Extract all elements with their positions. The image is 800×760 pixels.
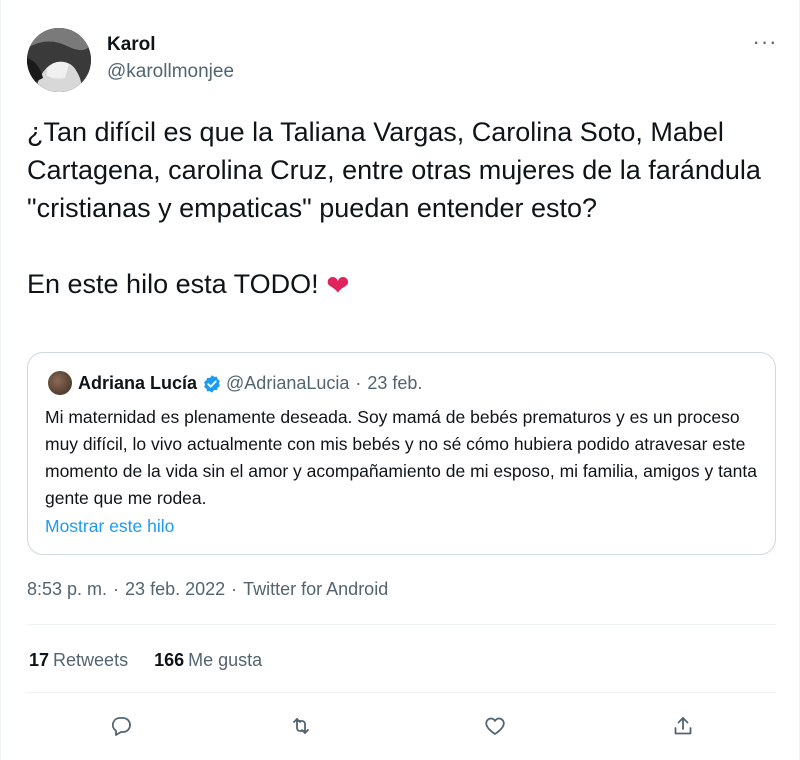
divider (27, 692, 776, 693)
tweet-paragraph: ¿Tan difícil es que la Taliana Vargas, C… (27, 117, 761, 223)
author-handle[interactable]: @karollmonjee (107, 61, 234, 83)
separator-dot: · (113, 579, 120, 599)
share-icon[interactable] (668, 711, 698, 741)
tweet-source[interactable]: Twitter for Android (243, 579, 388, 599)
tweet-time[interactable]: 8:53 p. m. (27, 579, 107, 599)
quoted-author-avatar[interactable] (48, 371, 72, 395)
more-horizontal-icon[interactable]: ··· (753, 29, 777, 54)
tweet-text: ¿Tan difícil es que la Taliana Vargas, C… (27, 113, 767, 305)
quoted-tweet-header: Adriana Lucía @AdrianaLucia · 23 feb. (78, 373, 422, 394)
author-avatar[interactable] (27, 28, 91, 92)
tweet-date[interactable]: 23 feb. 2022 (125, 579, 225, 599)
tweet-paragraph: En este hilo esta TODO! ❤ (27, 265, 767, 305)
retweets-label: Retweets (53, 650, 129, 670)
quoted-tweet-date[interactable]: 23 feb. (367, 373, 422, 394)
separator-dot: · (231, 579, 238, 599)
retweet-icon[interactable] (286, 711, 316, 741)
verified-badge-icon (204, 374, 220, 393)
author-name[interactable]: Karol (107, 34, 156, 56)
tweet-meta: 8:53 p. m. · 23 feb. 2022 · Twitter for Andr… (27, 579, 388, 600)
tweet-stats: 17 Retweets 166 Me gusta (29, 650, 288, 671)
quoted-tweet-text: Mi maternidad es plenamente deseada. Soy… (45, 407, 757, 508)
tweet-paragraph-text: En este hilo esta TODO! (27, 269, 319, 299)
likes-label: Me gusta (188, 650, 263, 670)
tweet-detail: Karol @karollmonjee ··· ¿Tan difícil es … (0, 0, 800, 760)
retweets-count: 17 (29, 650, 50, 670)
likes-stat[interactable]: 166 Me gusta (154, 650, 262, 670)
quoted-tweet[interactable]: Adriana Lucía @AdrianaLucia · 23 feb. Mi… (27, 352, 776, 555)
divider (27, 624, 776, 625)
quoted-author-handle[interactable]: @AdrianaLucia (226, 373, 349, 394)
retweets-stat[interactable]: 17 Retweets (29, 650, 128, 670)
show-thread-link[interactable]: Mostrar este hilo (45, 516, 174, 537)
separator-dot: · (355, 373, 362, 393)
like-icon[interactable] (480, 711, 510, 741)
quoted-author-name[interactable]: Adriana Lucía (78, 373, 197, 394)
heart-emoji-icon: ❤ (326, 270, 350, 301)
reply-icon[interactable] (106, 711, 136, 741)
likes-count: 166 (154, 650, 185, 670)
